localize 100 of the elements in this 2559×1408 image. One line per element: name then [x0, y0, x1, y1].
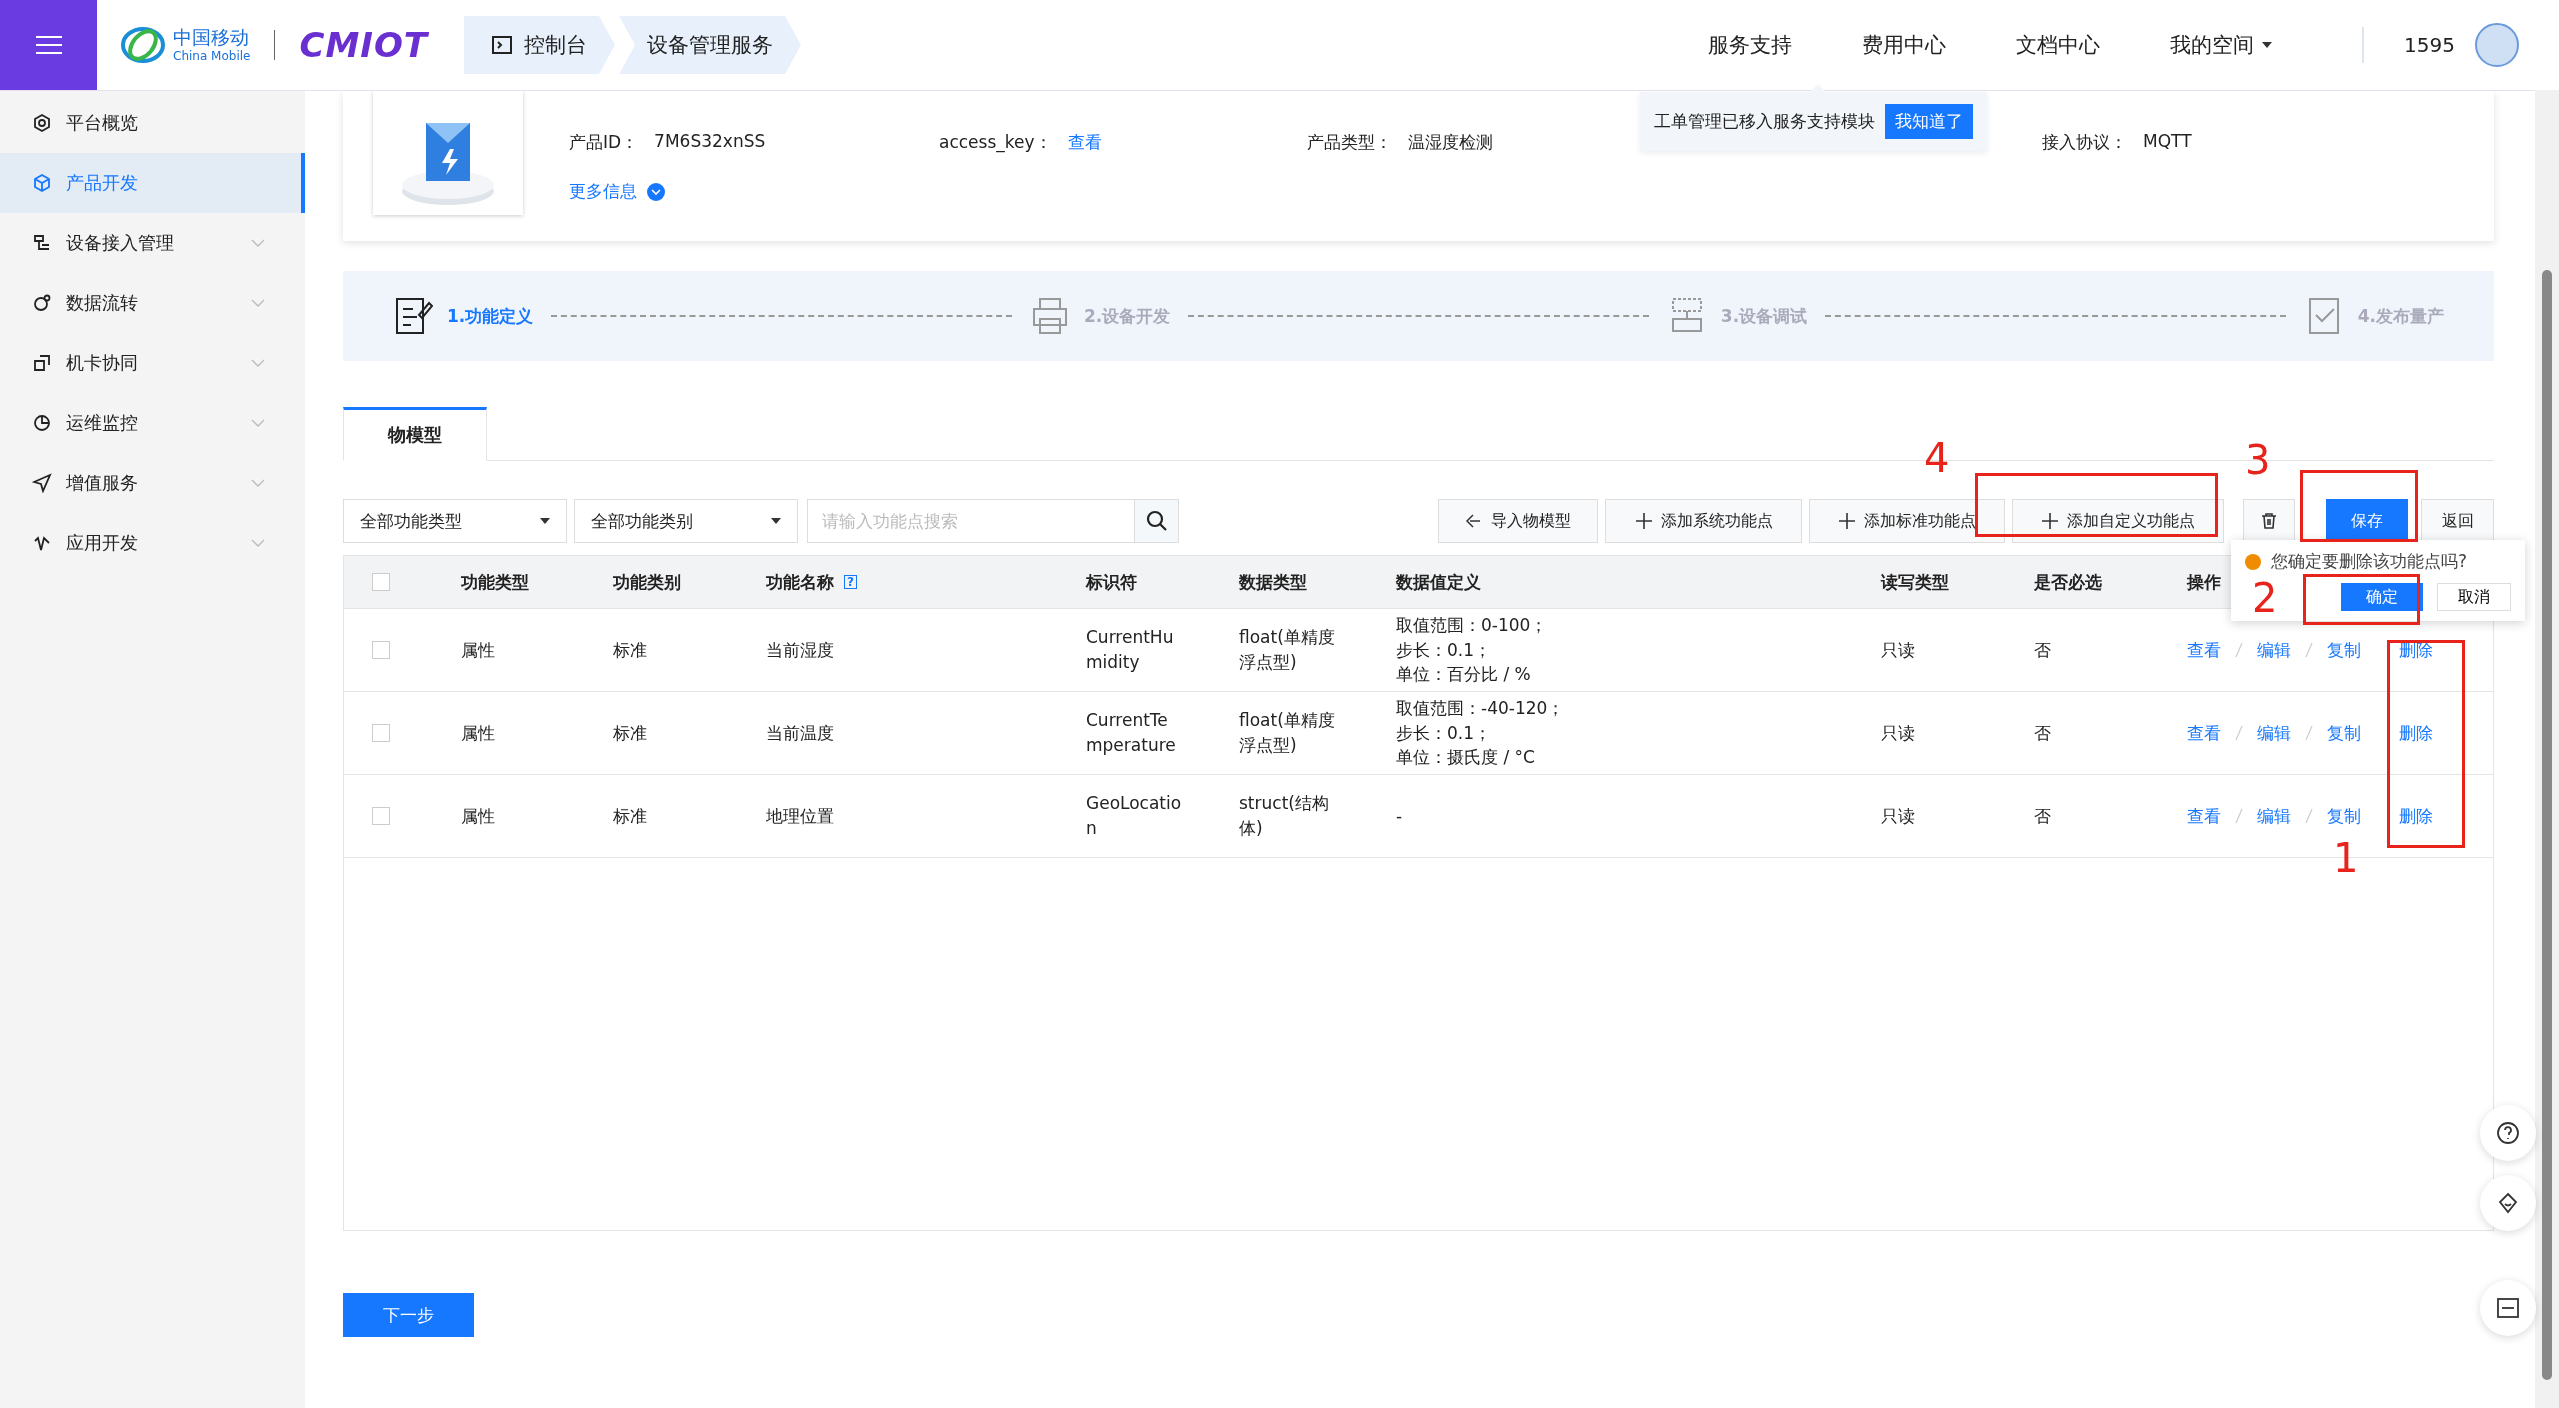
column-header: 数据值定义 [1396, 570, 1481, 594]
column-header: 是否必选 [2034, 570, 2102, 594]
service-button[interactable] [2480, 1175, 2536, 1231]
checkbox[interactable] [372, 641, 390, 659]
nav-link[interactable]: 文档中心 [2016, 31, 2101, 59]
filter-dropdown[interactable]: 全部功能类型 [343, 499, 567, 543]
annotation-number: 4 [1924, 438, 1950, 478]
action-link[interactable]: 复制 [2327, 721, 2361, 745]
field-value: MQTT [2143, 131, 2192, 153]
table-cell-text: CurrentTemperature [1086, 708, 1177, 757]
table-cell-text: 属性 [461, 638, 496, 662]
action-link[interactable]: 编辑 [2257, 721, 2291, 745]
action-link[interactable]: 复制 [2327, 804, 2361, 828]
table-cell-text: 当前湿度 [766, 638, 835, 662]
checkbox[interactable] [372, 573, 390, 591]
slash-divider [2305, 642, 2313, 658]
confirm-button[interactable]: 确定 [2341, 583, 2423, 611]
table-cell-text: CurrentHumidity [1086, 625, 1175, 674]
column-header: 功能类别 [613, 570, 681, 594]
brand-name: 中国移动 [173, 27, 250, 47]
action-link[interactable]: 查看 [2187, 721, 2221, 745]
sidebar-item[interactable]: 应用开发 [0, 513, 305, 573]
table-cell-text: 单位：摄氏度 / °C [1396, 746, 1536, 770]
action-link[interactable]: 查看 [2187, 638, 2221, 662]
help-icon[interactable]: ? [844, 575, 857, 589]
sidebar-item[interactable]: 平台概览 [0, 93, 305, 153]
sidebar-item[interactable]: 数据流转 [0, 273, 305, 333]
sidebar-item[interactable]: 机卡协同 [0, 333, 305, 393]
avatar[interactable] [2475, 23, 2519, 67]
action-link[interactable]: 删除 [2399, 721, 2433, 745]
back-button[interactable]: 返回 [2421, 499, 2494, 543]
table-cell-text: 步长：0.1； [1396, 638, 1493, 662]
scrollbar[interactable] [2535, 90, 2559, 1408]
minimize-icon [2497, 1298, 2519, 1318]
table-cell-text: 属性 [461, 804, 496, 828]
action-link[interactable]: 编辑 [2257, 804, 2291, 828]
step-label: 2.设备开发 [1083, 304, 1171, 328]
toolbar-button[interactable]: 添加自定义功能点 [2012, 499, 2224, 543]
collapse-button[interactable] [2480, 1280, 2536, 1336]
search-field[interactable]: 请输入功能点搜索 [808, 500, 1134, 542]
tab[interactable]: 物模型 [343, 407, 487, 461]
search-box[interactable]: 请输入功能点搜索 [807, 499, 1179, 543]
next-button[interactable]: 下一步 [343, 1293, 474, 1337]
table-cell-text: 步长：0.1； [1396, 721, 1493, 745]
delete-button[interactable] [2243, 499, 2295, 543]
action-link[interactable]: 编辑 [2257, 638, 2291, 662]
toolbar-button[interactable]: 导入物模型 [1438, 499, 1598, 543]
more-info-link[interactable]: 更多信息 [569, 180, 2464, 203]
send-icon [32, 473, 52, 493]
terminal-icon [492, 36, 512, 54]
filter-dropdown[interactable]: 全部功能类别 [574, 499, 798, 543]
overview-icon [32, 113, 52, 133]
checkbox[interactable] [372, 724, 390, 742]
breadcrumb-item[interactable]: 设备管理服务 [619, 16, 801, 74]
chevron-icon [251, 419, 265, 427]
chevron-icon [251, 299, 265, 307]
field-value: 7M6S32xnSS [654, 131, 766, 153]
search-button[interactable] [1134, 500, 1178, 542]
table-cell-text: 否 [2034, 721, 2052, 745]
column-header: 操作 [2187, 570, 2221, 594]
column-header: 读写类型 [1881, 570, 1949, 594]
field-label: access_key： [939, 131, 1052, 154]
sidebar-item[interactable]: 运维监控 [0, 393, 305, 453]
app-icon [32, 533, 52, 553]
field-label: 产品类型： [1307, 131, 1392, 154]
table-cell-text: struct(结构体) [1239, 791, 1330, 840]
slash-divider [2235, 725, 2243, 741]
nav-link[interactable]: 我的空间 [2170, 31, 2273, 59]
trash-icon [2260, 512, 2278, 530]
help-button[interactable] [2480, 1105, 2536, 1161]
table-cell-text: - [1396, 804, 1404, 828]
sidebar-item[interactable]: 增值服务 [0, 453, 305, 513]
field-value: 温湿度检测 [1408, 131, 1493, 154]
checkbox[interactable] [372, 807, 390, 825]
action-link[interactable]: 删除 [2399, 638, 2433, 662]
nav-link[interactable]: 费用中心 [1862, 31, 1947, 59]
card-icon [32, 353, 52, 373]
table-cell-text: 当前温度 [766, 721, 835, 745]
action-link[interactable]: 查看 [2187, 804, 2221, 828]
sidebar-item[interactable]: 设备接入管理 [0, 213, 305, 273]
search-icon [1145, 510, 1168, 532]
action-link[interactable]: 删除 [2399, 804, 2433, 828]
toolbar-button[interactable]: 添加标准功能点 [1809, 499, 2005, 543]
chevron-icon [251, 359, 265, 367]
column-header: 功能名称 [766, 570, 834, 594]
view-link[interactable]: 查看 [1067, 131, 1102, 154]
column-header: 标识符 [1086, 570, 1137, 594]
breadcrumb-item[interactable]: 控制台 [464, 16, 615, 74]
chevron-icon [251, 539, 265, 547]
action-link[interactable]: 复制 [2327, 638, 2361, 662]
user-id[interactable]: 1595 [2404, 33, 2455, 57]
table-cell-text: GeoLocation [1086, 791, 1183, 840]
tooltip-text: 工单管理已移入服务支持模块 [1654, 110, 1875, 133]
nav-link[interactable]: 服务支持 [1708, 31, 1793, 59]
cancel-button[interactable]: 取消 [2437, 583, 2511, 611]
got-it-button[interactable]: 我知道了 [1885, 104, 1973, 139]
table-cell-text: 标准 [613, 721, 648, 745]
caret-icon [540, 518, 550, 524]
plus-icon [1838, 512, 1856, 530]
toolbar-button[interactable]: 添加系统功能点 [1605, 499, 1802, 543]
